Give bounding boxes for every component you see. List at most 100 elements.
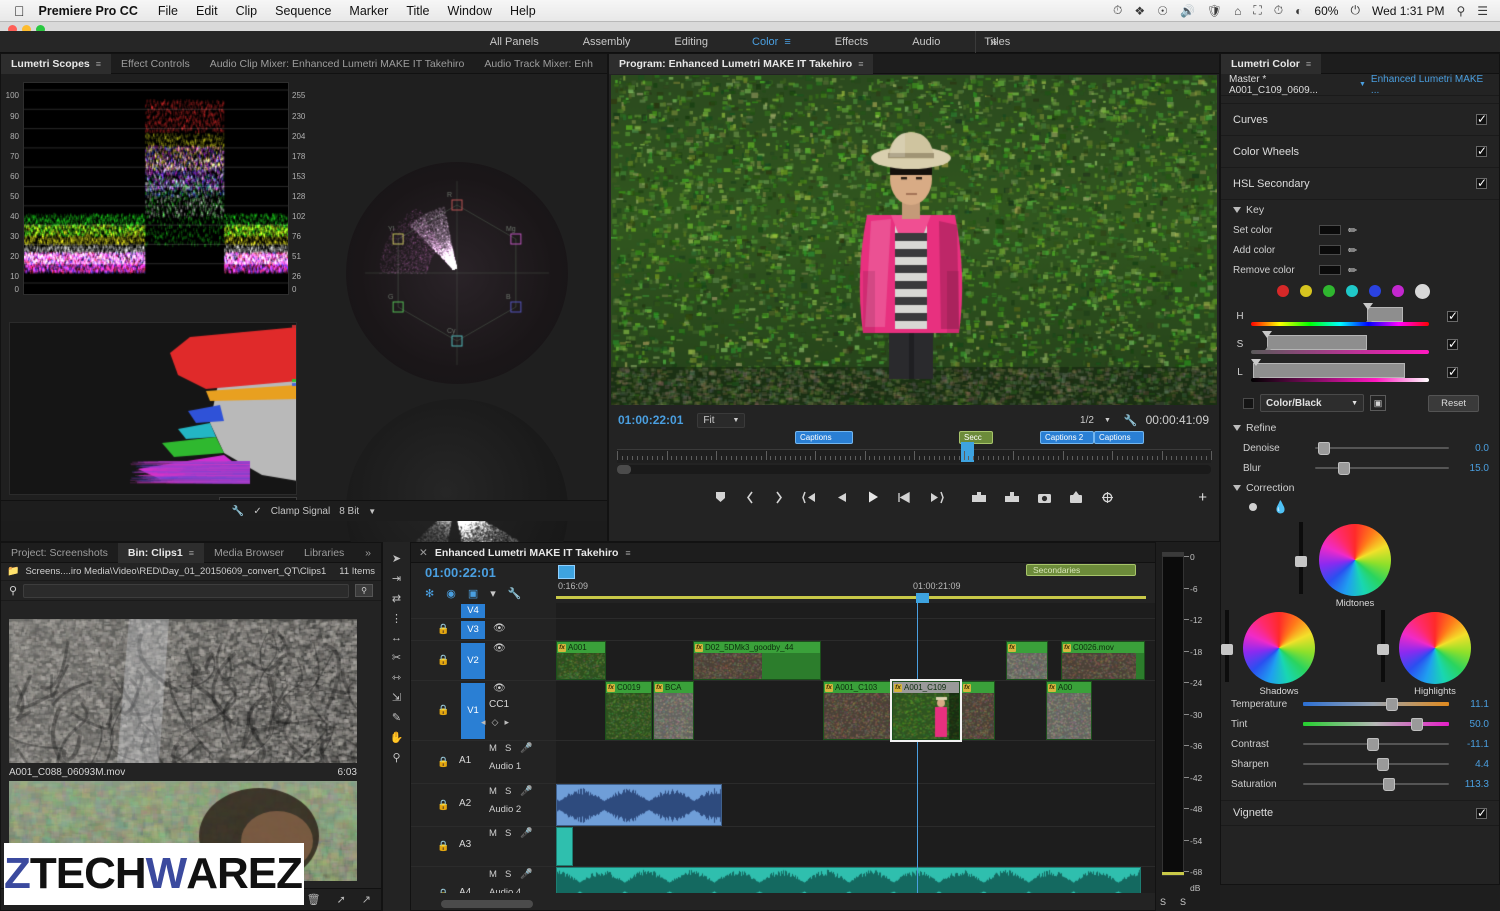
lumetri-sat-slider[interactable] bbox=[1251, 331, 1441, 357]
rgb-parade-scope[interactable] bbox=[9, 322, 297, 495]
chevron-down-icon[interactable]: ▼ bbox=[368, 507, 376, 516]
lumetri-temperature-slider[interactable] bbox=[1303, 697, 1449, 711]
track-a3-mute[interactable]: M bbox=[489, 828, 497, 839]
timeline-horizontal-scrollbar[interactable] bbox=[441, 900, 533, 908]
track-clips-a3[interactable] bbox=[556, 827, 1156, 867]
slip-tool-icon[interactable]: ⇿ bbox=[392, 671, 401, 684]
waveform-scope[interactable] bbox=[23, 82, 289, 295]
track-clips-v2[interactable]: fx A001 fx D02_5DMk3_goodby_44 fx fx C0026.… bbox=[556, 641, 1156, 681]
tab-audio-track-mixer[interactable]: Audio Track Mixer: Enh bbox=[474, 54, 603, 74]
shadows-wheel[interactable] bbox=[1243, 612, 1315, 684]
add-marker-icon[interactable]: ▾ bbox=[490, 587, 496, 600]
settings-icon[interactable] bbox=[1100, 491, 1115, 504]
audio-meter-solo-1[interactable]: S bbox=[1160, 897, 1166, 907]
project-overflow-button[interactable]: » bbox=[355, 543, 381, 563]
volume-icon[interactable]: 🔊 bbox=[1180, 4, 1195, 18]
mask-color-swatch[interactable] bbox=[1243, 397, 1254, 409]
lift-icon[interactable] bbox=[971, 491, 987, 504]
selection-tool-icon[interactable]: ➤ bbox=[392, 552, 401, 565]
lumetri-temperature-value[interactable]: 11.1 bbox=[1449, 699, 1489, 710]
goto-out-icon[interactable] bbox=[928, 491, 944, 504]
lumetri-section-vignette-checkbox[interactable] bbox=[1476, 806, 1487, 820]
timeline-settings-icon[interactable]: 🔧 bbox=[508, 587, 522, 600]
track-clips-a2[interactable] bbox=[556, 784, 1156, 827]
audio-clip-a2[interactable] bbox=[556, 784, 722, 826]
preset-dot-blue[interactable] bbox=[1369, 285, 1381, 297]
lumetri-section-color-wheels-checkbox[interactable] bbox=[1476, 144, 1487, 158]
lock-icon[interactable]: 🔒 bbox=[437, 841, 449, 852]
snap-icon[interactable]: ✻ bbox=[425, 587, 434, 600]
lumetri-hue-slider[interactable] bbox=[1251, 303, 1441, 329]
lumetri-hue-checkbox[interactable] bbox=[1447, 309, 1458, 323]
track-a4-name[interactable]: A4 bbox=[459, 887, 471, 893]
export-icon[interactable] bbox=[1069, 490, 1083, 504]
find-icon[interactable]: ⚲ bbox=[355, 584, 373, 597]
lumetri-denoise-slider[interactable] bbox=[1315, 441, 1449, 455]
bluetooth-icon[interactable]: ☉ bbox=[1157, 4, 1168, 18]
eyedropper-remove-icon[interactable]: ✏ bbox=[1348, 264, 1357, 277]
program-video-view[interactable] bbox=[611, 75, 1217, 405]
add-marker-icon[interactable] bbox=[714, 491, 727, 504]
lum-handle-left-icon[interactable] bbox=[1251, 359, 1261, 366]
eye-icon[interactable]: 👁 bbox=[493, 683, 506, 694]
clip-v2-d02[interactable]: fx D02_5DMk3_goodby_44 bbox=[693, 641, 821, 680]
track-v3-name[interactable]: V3 bbox=[461, 621, 485, 639]
marker-captions-3[interactable]: Captions bbox=[1094, 431, 1144, 444]
highlights-wheel[interactable] bbox=[1399, 612, 1471, 684]
audio-meter-bars[interactable] bbox=[1162, 556, 1184, 876]
timeline-playhead-timecode[interactable]: 01:00:22:01 bbox=[425, 565, 496, 580]
tab-audio-clip-mixer[interactable]: Audio Clip Mixer: Enhanced Lumetri MAKE … bbox=[200, 54, 475, 74]
app-name-menu[interactable]: Premiere Pro CC bbox=[39, 4, 138, 18]
clip-v2-unnamed[interactable]: fx bbox=[1006, 641, 1048, 680]
wrench-icon[interactable]: 🔧 bbox=[232, 506, 244, 517]
marker-captions-1[interactable]: Captions bbox=[795, 431, 853, 444]
lumetri-saturation-value[interactable]: 113.3 bbox=[1449, 779, 1489, 790]
program-resolution-select[interactable]: 1/2 ▼ bbox=[1075, 414, 1116, 427]
lumetri-remove-color-swatch[interactable] bbox=[1319, 265, 1341, 275]
droplet-icon[interactable]: 💧 bbox=[1273, 500, 1288, 514]
preset-dot-white[interactable] bbox=[1415, 284, 1430, 299]
track-a4-solo[interactable]: S bbox=[505, 869, 511, 880]
sat-handle-left-icon[interactable] bbox=[1262, 331, 1272, 338]
menu-sequence[interactable]: Sequence bbox=[275, 4, 331, 18]
lock-icon[interactable]: 🔒 bbox=[437, 705, 449, 716]
hand-tool-icon[interactable]: ✋ bbox=[390, 731, 404, 744]
track-clips-a1[interactable] bbox=[556, 741, 1156, 784]
program-marker-strip[interactable]: Captions Secc Captions 2 Captions bbox=[617, 431, 1211, 447]
lock-icon[interactable]: 🔒 bbox=[437, 889, 449, 893]
lock-icon[interactable]: 🔒 bbox=[437, 757, 449, 768]
eye-icon[interactable]: 👁 bbox=[493, 643, 506, 654]
lumetri-reset-button[interactable]: Reset bbox=[1428, 394, 1479, 412]
extract-icon[interactable] bbox=[1004, 491, 1020, 504]
track-a4-mute[interactable]: M bbox=[489, 869, 497, 880]
workspace-assembly[interactable]: Assembly bbox=[561, 31, 653, 53]
audio-clip-a3[interactable] bbox=[556, 827, 573, 866]
mask-view-select[interactable]: Color/Black ▼ bbox=[1260, 394, 1364, 412]
lumetri-tint-slider[interactable] bbox=[1303, 717, 1449, 731]
lumetri-lum-slider[interactable] bbox=[1251, 359, 1441, 385]
track-header-a2[interactable]: 🔒 A2 M S 🎤 Audio 2 bbox=[411, 784, 556, 827]
lumetri-lum-checkbox[interactable] bbox=[1447, 365, 1458, 379]
clip-v1-unnamed[interactable]: fx bbox=[961, 681, 995, 740]
lumetri-refine-group-header[interactable]: Refine bbox=[1221, 418, 1499, 438]
mic-icon[interactable]: 🎤 bbox=[520, 828, 532, 839]
track-v4-name[interactable]: V4 bbox=[461, 604, 485, 618]
mark-out-icon[interactable] bbox=[773, 491, 785, 504]
preset-dot-magenta[interactable] bbox=[1392, 285, 1404, 297]
panel-menu-icon[interactable]: ≡ bbox=[625, 548, 630, 558]
tab-lumetri-color[interactable]: Lumetri Color ≡ bbox=[1221, 53, 1322, 74]
track-clips-a4[interactable] bbox=[556, 867, 1156, 893]
clip-v1-c0019[interactable]: fx C0019 bbox=[605, 681, 652, 740]
eyedropper-add-icon[interactable]: ✏ bbox=[1348, 244, 1357, 257]
wifi-icon[interactable]: ◐ bbox=[1295, 4, 1302, 18]
clock-icon[interactable]: ⏱ bbox=[1274, 3, 1283, 18]
find-icon[interactable]: ↗ bbox=[362, 893, 371, 906]
track-a2-mute[interactable]: M bbox=[489, 786, 497, 797]
tab-lumetri-scopes[interactable]: Lumetri Scopes ≡ bbox=[1, 53, 112, 74]
lumetri-set-color-swatch[interactable] bbox=[1319, 225, 1341, 235]
lumetri-blur-slider[interactable] bbox=[1315, 461, 1449, 475]
lumetri-section-color-wheels[interactable]: Color Wheels bbox=[1221, 136, 1499, 168]
mic-icon[interactable]: 🎤 bbox=[520, 786, 532, 797]
timeline-work-area-bar[interactable] bbox=[556, 596, 1146, 599]
tab-project-screenshots[interactable]: Project: Screenshots bbox=[1, 543, 118, 563]
